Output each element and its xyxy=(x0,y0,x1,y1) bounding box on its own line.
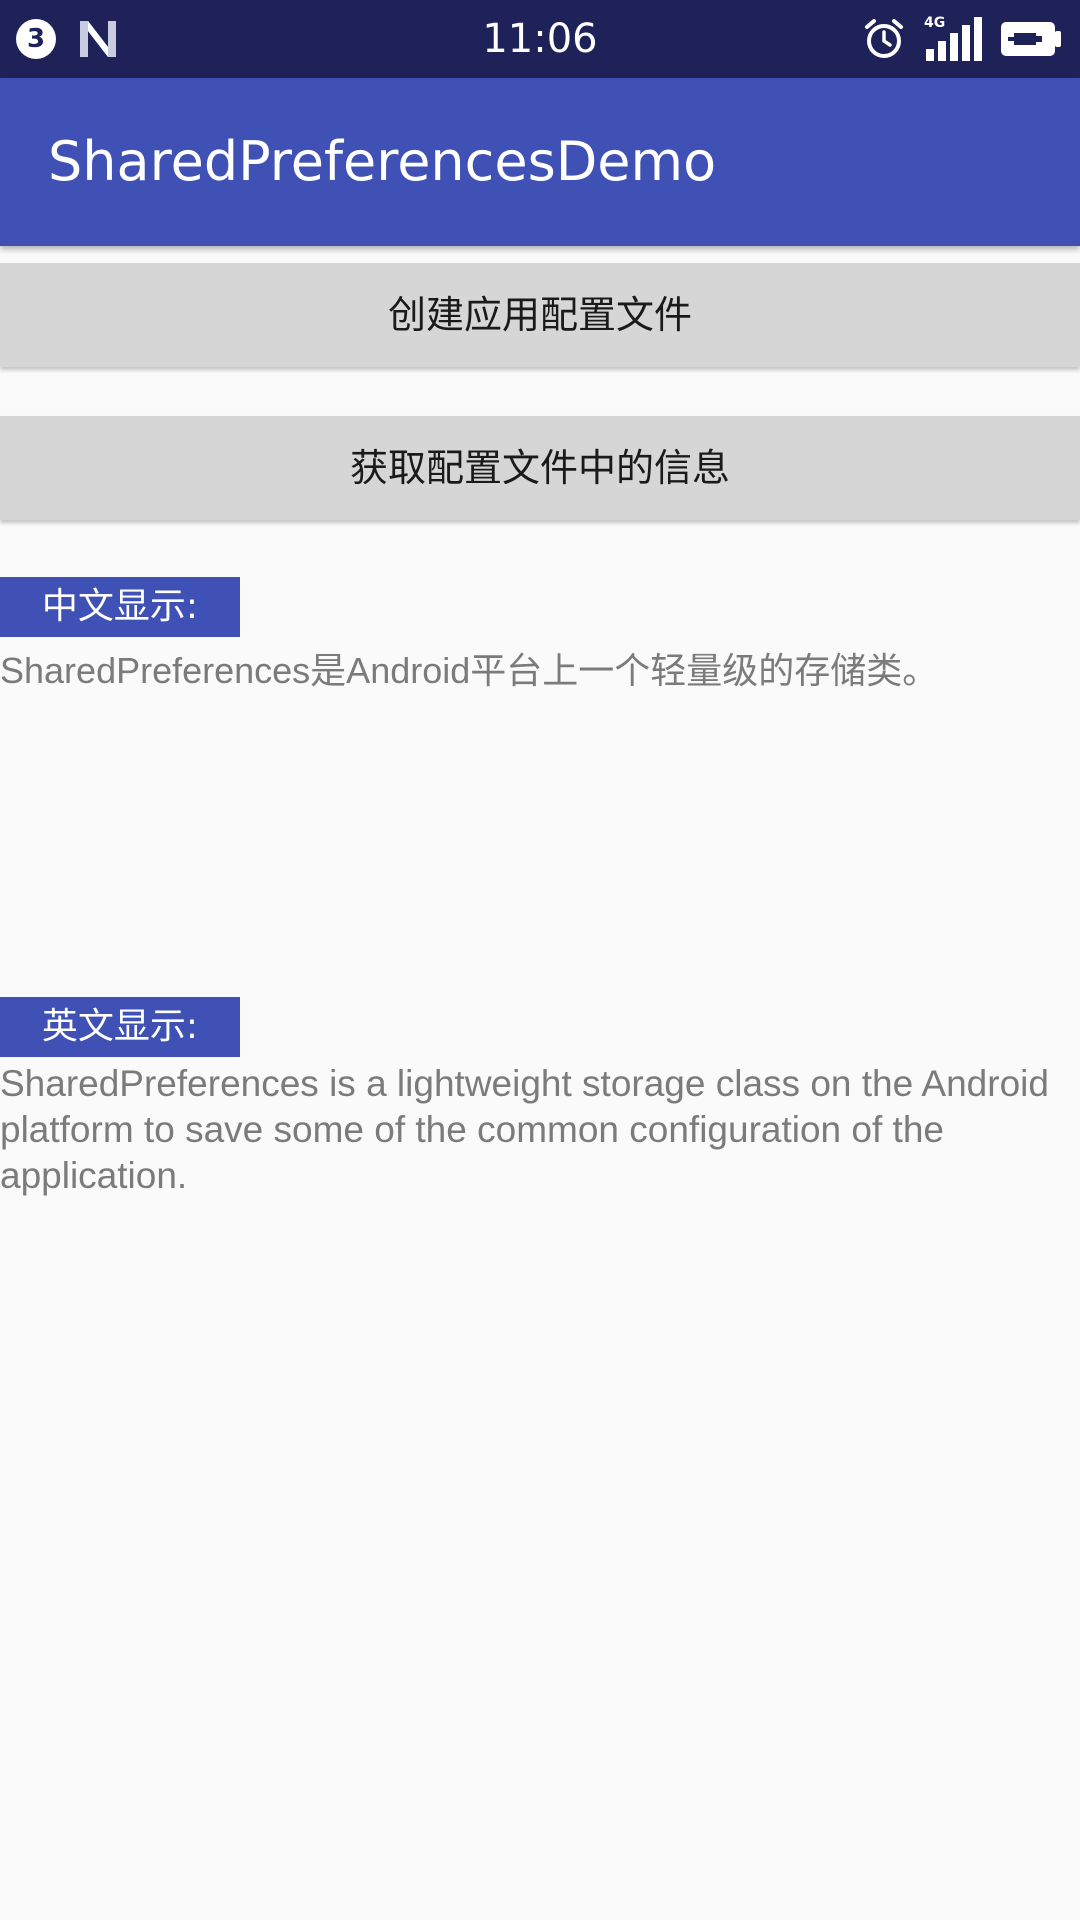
app-bar: SharedPreferencesDemo xyxy=(0,78,1080,246)
alarm-icon xyxy=(862,17,906,61)
app-title: SharedPreferencesDemo xyxy=(48,130,717,193)
english-display-text: SharedPreferences is a lightweight stora… xyxy=(0,1063,1049,1196)
english-display-label: 英文显示: xyxy=(0,997,240,1057)
create-config-button[interactable]: 创建应用配置文件 xyxy=(0,263,1080,367)
chinese-display-text: SharedPreferences是Android平台上一个轻量级的存储类。 xyxy=(0,650,939,691)
battery-icon xyxy=(1000,19,1062,59)
get-config-info-button[interactable]: 获取配置文件中的信息 xyxy=(0,416,1080,520)
status-bar: 3 11:06 4G xyxy=(0,0,1080,78)
status-bar-right: 4G xyxy=(862,0,1062,78)
signal-icon: 4G xyxy=(922,15,984,63)
chinese-display-label: 中文显示: xyxy=(0,577,240,637)
